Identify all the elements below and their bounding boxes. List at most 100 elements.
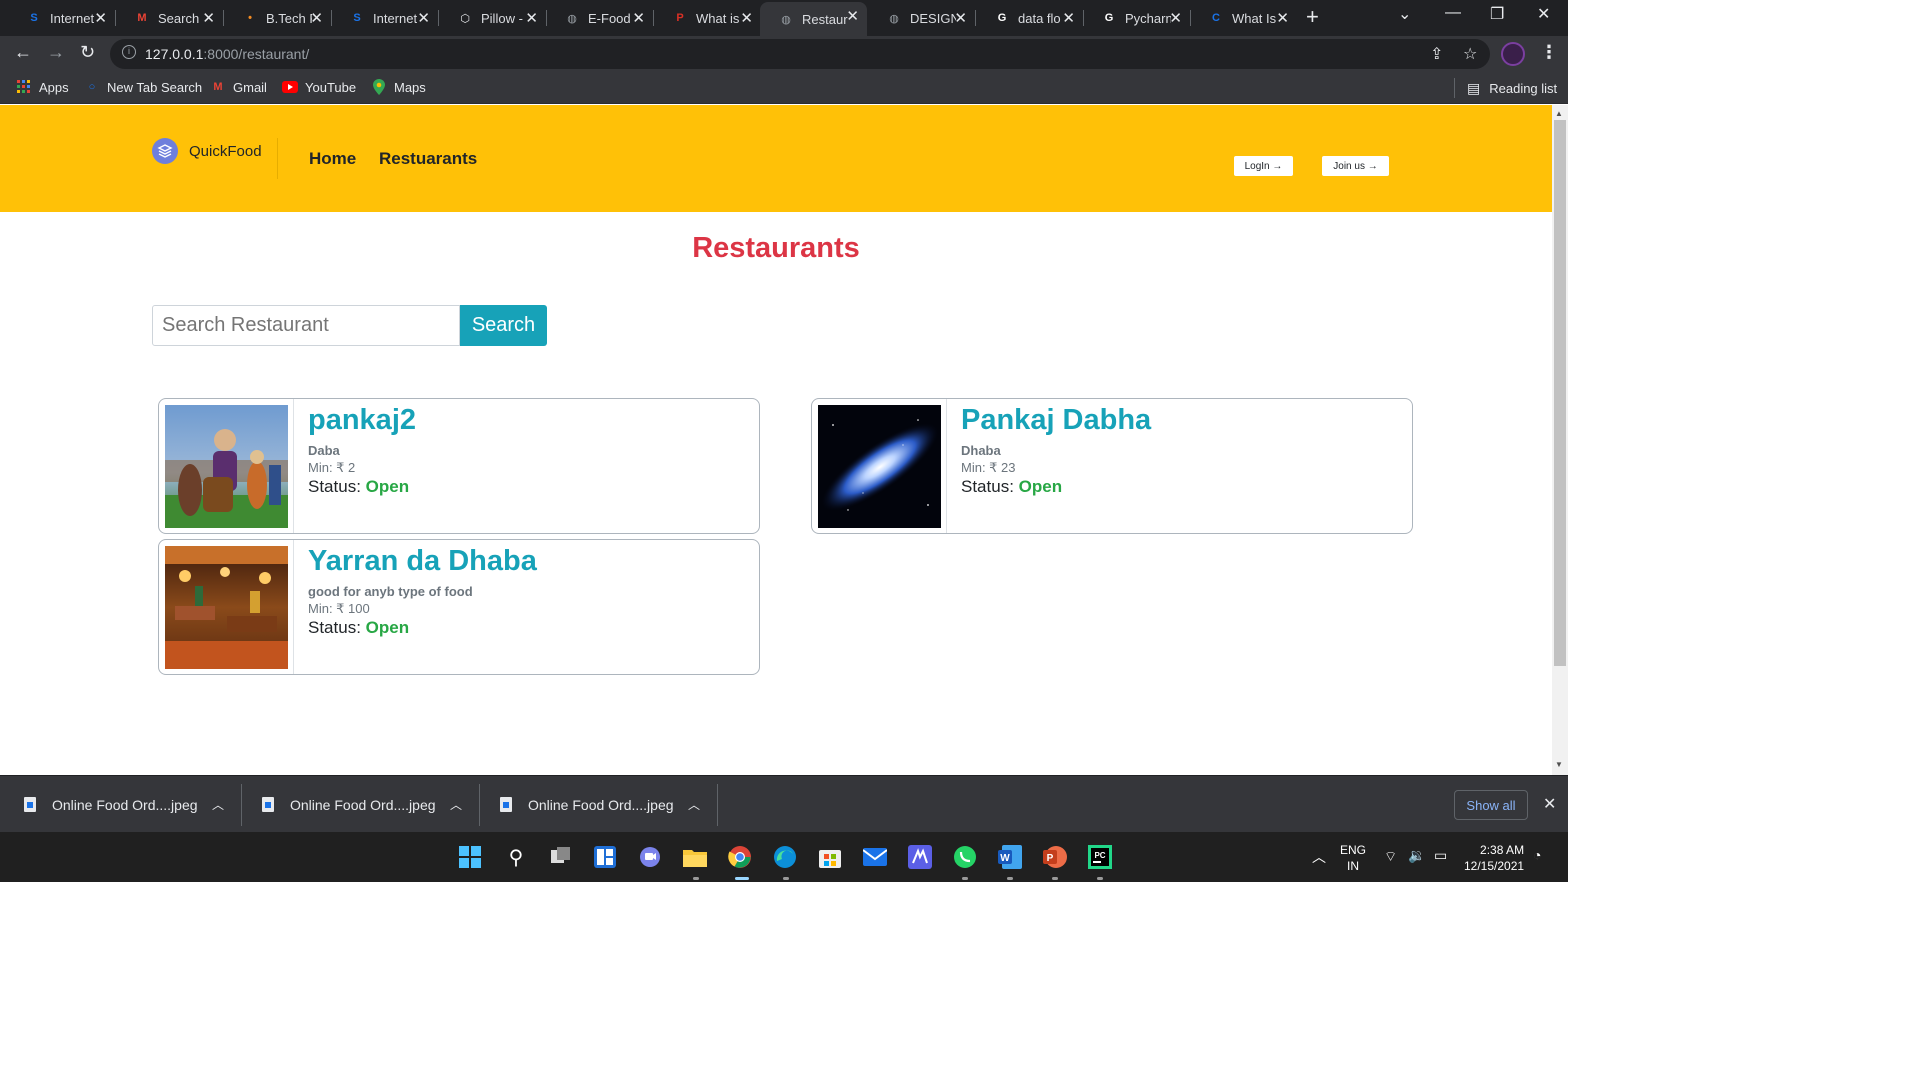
browser-tab[interactable]: S Internet ✕ [8, 4, 115, 32]
brand-name: QuickFood [189, 142, 262, 160]
search-restaurant-input[interactable] [152, 305, 460, 346]
file-explorer-icon[interactable] [683, 845, 707, 869]
close-tab-icon[interactable]: ✕ [417, 9, 430, 27]
page-scrollbar[interactable]: ▲ ▼ [1552, 105, 1568, 775]
volume-icon[interactable]: 🔉 [1408, 847, 1425, 864]
wifi-icon[interactable]: ⌔ [1384, 848, 1397, 866]
nav-restaurants-link[interactable]: Restuarants [379, 149, 477, 169]
clock[interactable]: 2:38 AM 12/15/2021 [1464, 842, 1524, 874]
browser-tab[interactable]: ⬡ Pillow - ✕ [439, 4, 546, 32]
editor-app-icon[interactable] [908, 845, 932, 869]
close-download-shelf-icon[interactable]: ✕ [1543, 794, 1556, 814]
word-icon[interactable]: W [998, 845, 1022, 869]
chevron-up-icon[interactable]: ︿ [688, 796, 700, 813]
profile-avatar[interactable] [1501, 42, 1525, 66]
svg-text:P: P [1047, 853, 1054, 864]
show-hidden-icons-chevron-icon[interactable]: ︿ [1312, 847, 1326, 867]
apps-grid-icon [16, 79, 32, 95]
widgets-icon[interactable] [593, 845, 617, 869]
teams-chat-icon[interactable] [638, 845, 662, 869]
join-us-button[interactable]: Join us → [1322, 156, 1389, 176]
close-tab-icon[interactable]: ✕ [94, 9, 107, 27]
bookmark-star-icon[interactable]: ☆ [1463, 44, 1477, 64]
scroll-up-icon[interactable]: ▲ [1555, 109, 1563, 118]
browser-tab[interactable]: C What Is ✕ [1190, 4, 1297, 32]
search-button[interactable]: Search [460, 305, 547, 346]
browser-tab[interactable]: M Search ✕ [116, 4, 223, 32]
restaurant-card[interactable]: Pankaj Dabha Dhaba Min: ₹ 23 Status: Ope… [811, 398, 1413, 534]
restaurant-name[interactable]: pankaj2 [308, 404, 416, 437]
tab-title: E-Food [588, 10, 631, 26]
close-tab-icon[interactable]: ✕ [632, 9, 645, 27]
show-all-button[interactable]: Show all [1454, 790, 1528, 820]
bookmark-youtube[interactable]: YouTube [282, 79, 356, 95]
mail-icon[interactable] [863, 845, 887, 869]
close-tab-icon[interactable]: ✕ [1169, 9, 1182, 27]
restaurant-name[interactable]: Yarran da Dhaba [308, 545, 537, 578]
bookmark-gmail[interactable]: M Gmail [210, 79, 267, 95]
close-tab-icon[interactable]: ✕ [740, 9, 753, 27]
close-tab-icon[interactable]: ✕ [1276, 9, 1289, 27]
scroll-thumb[interactable] [1554, 120, 1566, 666]
task-view-icon[interactable] [549, 845, 573, 869]
language-indicator[interactable]: ENG IN [1340, 842, 1366, 874]
brand[interactable]: QuickFood [152, 138, 262, 164]
login-button[interactable]: LogIn → [1234, 156, 1293, 176]
bookmark-new-tab-search[interactable]: ○ New Tab Search [84, 79, 202, 95]
share-icon[interactable]: ⇪ [1430, 44, 1443, 64]
tab-title: Pillow - [481, 10, 523, 26]
close-window-button[interactable]: ✕ [1537, 4, 1550, 24]
close-tab-icon[interactable]: ✕ [202, 9, 215, 27]
scroll-down-icon[interactable]: ▼ [1555, 760, 1563, 769]
restaurant-name[interactable]: Pankaj Dabha [961, 404, 1151, 437]
reading-list-button[interactable]: ▤ Reading list [1454, 78, 1557, 98]
close-tab-icon[interactable]: ✕ [846, 7, 859, 25]
download-item[interactable]: Online Food Ord....jpeg ︿ [262, 776, 462, 833]
bookmark-apps[interactable]: Apps [16, 79, 69, 95]
close-tab-icon[interactable]: ✕ [1062, 9, 1075, 27]
tab-search-chevron-icon[interactable]: ⌄ [1398, 4, 1411, 24]
close-tab-icon[interactable]: ✕ [525, 9, 538, 27]
browser-tab[interactable]: S Internet ✕ [331, 4, 438, 32]
chevron-up-icon[interactable]: ︿ [450, 796, 462, 813]
chevron-up-icon[interactable]: ︿ [212, 796, 224, 813]
pycharm-icon[interactable]: PC [1088, 845, 1112, 869]
chrome-icon[interactable] [728, 845, 752, 869]
minimize-button[interactable]: — [1445, 4, 1461, 22]
browser-tab[interactable]: ◍ DESIGN ✕ [868, 4, 975, 32]
tab-active[interactable]: ◍ Restaur ✕ [760, 2, 867, 36]
edge-icon[interactable] [773, 845, 797, 869]
browser-tab[interactable]: P What is ✕ [654, 4, 761, 32]
close-tab-icon[interactable]: ✕ [954, 9, 967, 27]
forward-icon[interactable]: → [47, 42, 65, 63]
download-item[interactable]: Online Food Ord....jpeg ︿ [24, 776, 224, 833]
tab-title: Internet [373, 10, 418, 26]
site-info-icon[interactable]: i [122, 45, 136, 59]
microsoft-store-icon[interactable] [818, 845, 842, 869]
reload-icon[interactable]: ↻ [80, 42, 95, 63]
battery-icon[interactable]: ▭ [1434, 847, 1447, 864]
restaurant-card[interactable]: pankaj2 Daba Min: ₹ 2 Status: Open [158, 398, 760, 534]
nav-home-link[interactable]: Home [309, 149, 356, 169]
browser-tab[interactable]: ◍ E-Food ✕ [546, 4, 653, 32]
close-tab-icon[interactable]: ✕ [310, 9, 323, 27]
browser-tab[interactable]: • B.Tech F✕ [224, 4, 331, 32]
chrome-menu-icon[interactable]: ⋮ [1540, 42, 1558, 63]
windows-start-icon[interactable] [458, 845, 482, 869]
address-bar[interactable]: i 127.0.0.1:8000/restaurant/ ⇪ ☆ [110, 39, 1490, 69]
restore-button[interactable]: ❐ [1490, 4, 1504, 24]
whatsapp-icon[interactable] [953, 845, 977, 869]
reading-list-icon: ▤ [1467, 79, 1481, 96]
search-icon[interactable]: ⚲ [504, 845, 528, 869]
powerpoint-icon[interactable]: P [1043, 845, 1067, 869]
download-item[interactable]: Online Food Ord....jpeg ︿ [500, 776, 700, 833]
bookmark-maps[interactable]: Maps [371, 79, 426, 95]
browser-tab[interactable]: G Pycharn ✕ [1083, 4, 1190, 32]
url-text: 127.0.0.1:8000/restaurant/ [145, 46, 310, 62]
back-icon[interactable]: ← [14, 42, 32, 63]
new-tab-button[interactable]: + [1306, 4, 1319, 30]
restaurant-card[interactable]: Yarran da Dhaba good for anyb type of fo… [158, 539, 760, 675]
notifications-icon[interactable]: ◔ [1533, 847, 1541, 863]
browser-tab[interactable]: Gdata flo ✕ [976, 4, 1083, 32]
gmail-icon: M [213, 81, 223, 93]
